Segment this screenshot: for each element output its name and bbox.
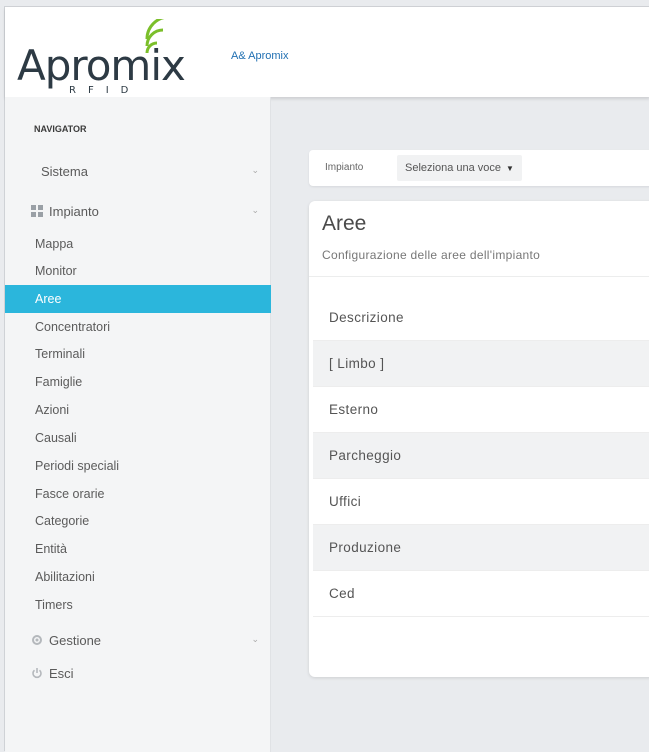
company-link[interactable]: A& Apromix [231,50,288,62]
logo-subtitle: RFID [69,85,141,96]
aree-card: Aree Configurazione delle aree dell'impi… [309,201,649,677]
power-icon [31,667,43,679]
app-window: Apromix RFID A& Apromix NAVIGATOR Sistem… [4,6,649,752]
gear-icon [31,634,43,646]
sidebar-item-fasce-orarie[interactable]: Fasce orarie [5,480,271,508]
navigator-title: NAVIGATOR [34,124,87,134]
divider [309,276,649,277]
caret-down-icon: ▼ [506,163,514,173]
impianto-select[interactable]: Seleziona una voce ▼ [397,155,522,181]
table-row[interactable]: Uffici [313,479,649,525]
table-row[interactable]: Esterno [313,387,649,433]
impianto-select-value: Seleziona una voce [405,162,502,174]
page-subtitle: Configurazione delle aree dell'impianto [322,248,541,262]
sidebar-section-impianto[interactable]: Impianto ⌄ [5,197,271,225]
sidebar-section-label: Impianto [49,203,99,219]
sidebar-item-timers[interactable]: Timers [5,591,271,619]
sidebar-item-aree[interactable]: Aree [5,285,271,313]
chevron-down-icon: ⌄ [251,634,259,644]
table-row[interactable]: Produzione [313,525,649,571]
table-row[interactable]: Ced [313,571,649,617]
sidebar-section-label: Esci [49,665,74,681]
logo-wordmark: Apromix [17,41,186,90]
sidebar-item-mappa[interactable]: Mappa [5,230,271,258]
impianto-filter-bar: Impianto Seleziona una voce ▼ [309,150,649,186]
sidebar-item-entita[interactable]: Entità [5,535,271,563]
apromix-logo: Apromix RFID [11,19,201,96]
sidebar-item-abilitazioni[interactable]: Abilitazioni [5,563,271,591]
sidebar-item-famiglie[interactable]: Famiglie [5,368,271,396]
sidebar-item-terminali[interactable]: Terminali [5,340,271,368]
sidebar-section-label: Sistema [41,163,88,179]
sidebar-section-gestione[interactable]: Gestione ⌄ [5,626,271,654]
impianto-filter-label: Impianto [325,162,364,173]
top-header: Apromix RFID A& Apromix [5,7,649,97]
chevron-down-icon: ⌄ [251,165,259,175]
sidebar-item-causali[interactable]: Causali [5,424,271,452]
sidebar-item-monitor[interactable]: Monitor [5,257,271,285]
sidebar-section-esci[interactable]: Esci [5,659,271,687]
grid-icon [31,205,43,217]
sidebar-item-concentratori[interactable]: Concentratori [5,313,271,341]
sidebar-item-categorie[interactable]: Categorie [5,507,271,535]
sidebar-item-azioni[interactable]: Azioni [5,396,271,424]
sidebar: NAVIGATOR Sistema ⌄ Impianto ⌄ Mappa Mon… [5,97,271,752]
sidebar-section-label: Gestione [49,632,102,648]
table-row[interactable]: Parcheggio [313,433,649,479]
table-header-descrizione[interactable]: Descrizione [313,295,649,341]
sidebar-section-sistema[interactable]: Sistema ⌄ [5,157,271,185]
page-title: Aree [322,212,367,235]
sidebar-item-periodi-speciali[interactable]: Periodi speciali [5,452,271,480]
main-content: Impianto Seleziona una voce ▼ Aree Confi… [271,97,649,752]
table-row[interactable]: [ Limbo ] [313,341,649,387]
aree-table: Descrizione [ Limbo ] Esterno Parcheggio… [313,295,649,617]
chevron-down-icon: ⌄ [251,205,259,215]
